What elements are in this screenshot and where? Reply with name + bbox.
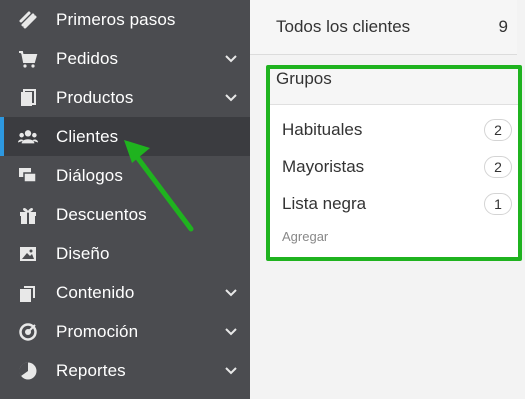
sidebar-item-label: Reportes — [56, 360, 126, 380]
all-clients-count: 9 — [498, 17, 508, 36]
group-name: Lista negra — [282, 194, 367, 213]
sidebar-item-diseno[interactable]: Diseño — [0, 234, 250, 273]
sidebar-item-descuentos[interactable]: Descuentos — [0, 195, 250, 234]
all-clients-row[interactable]: Todos los clientes 9 — [250, 0, 517, 55]
products-icon — [17, 87, 39, 109]
sidebar: Primeros pasos Pedidos Productos Cliente… — [0, 0, 250, 399]
pages-icon — [17, 282, 39, 304]
sidebar-item-pedidos[interactable]: Pedidos — [0, 39, 250, 78]
sidebar-item-clientes[interactable]: Clientes — [0, 117, 250, 156]
sidebar-item-promocion[interactable]: Promoción — [0, 312, 250, 351]
sidebar-item-label: Contenido — [56, 282, 135, 302]
group-name: Habituales — [282, 120, 363, 139]
chevron-down-icon[interactable] — [224, 364, 238, 378]
sidebar-item-primeros-pasos[interactable]: Primeros pasos — [0, 0, 250, 39]
sidebar-item-label: Primeros pasos — [56, 9, 176, 29]
group-count-badge: 1 — [484, 193, 512, 215]
all-clients-label: Todos los clientes — [276, 17, 411, 36]
chat-icon — [17, 165, 39, 187]
chevron-down-icon[interactable] — [224, 52, 238, 66]
group-name: Mayoristas — [282, 157, 365, 176]
sidebar-item-label: Pedidos — [56, 48, 119, 68]
pie-chart-icon — [17, 360, 39, 382]
chevron-down-icon[interactable] — [224, 325, 238, 339]
sidebar-item-label: Productos — [56, 87, 134, 107]
group-count-badge: 2 — [484, 119, 512, 141]
group-count-badge: 2 — [484, 156, 512, 178]
chevron-down-icon[interactable] — [224, 91, 238, 105]
chevron-down-icon[interactable] — [224, 286, 238, 300]
cart-icon — [17, 48, 39, 70]
gift-icon — [17, 204, 39, 226]
sidebar-item-productos[interactable]: Productos — [0, 78, 250, 117]
image-icon — [17, 243, 39, 265]
users-icon — [17, 126, 39, 148]
getting-started-icon — [17, 9, 39, 31]
sidebar-item-label: Descuentos — [56, 204, 147, 224]
group-item-lista-negra[interactable]: Lista negra 1 — [282, 191, 514, 217]
group-item-mayoristas[interactable]: Mayoristas 2 — [282, 154, 514, 180]
sidebar-item-dialogos[interactable]: Diálogos — [0, 156, 250, 195]
group-item-habituales[interactable]: Habituales 2 — [282, 117, 514, 143]
sidebar-item-label: Clientes — [56, 126, 119, 146]
sidebar-item-label: Diseño — [56, 243, 110, 263]
target-icon — [17, 321, 39, 343]
sidebar-item-reportes[interactable]: Reportes — [0, 351, 250, 390]
sidebar-item-contenido[interactable]: Contenido — [0, 273, 250, 312]
sidebar-item-label: Promoción — [56, 321, 139, 341]
sidebar-item-label: Diálogos — [56, 165, 123, 185]
add-group-link[interactable]: Agregar — [282, 229, 328, 244]
groups-title: Grupos — [276, 69, 332, 88]
